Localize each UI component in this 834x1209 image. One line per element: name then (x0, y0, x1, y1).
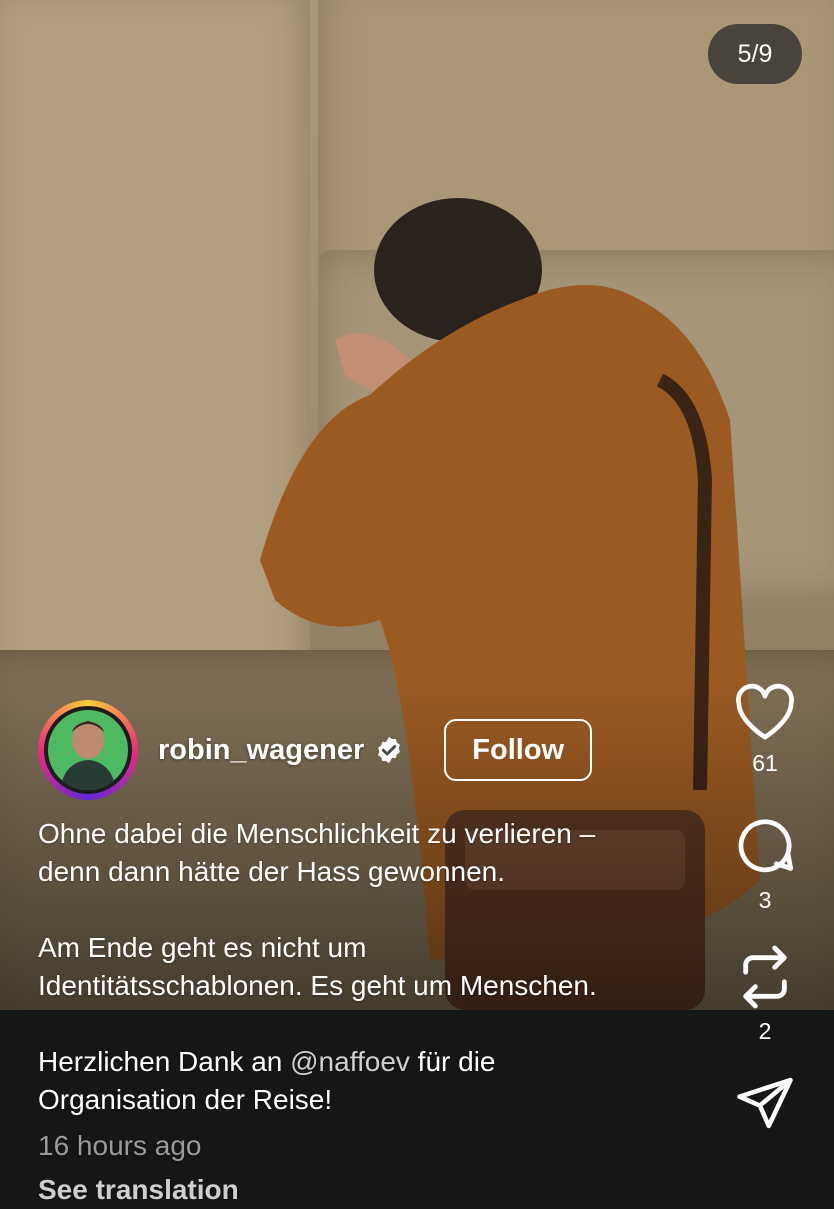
caption-line: Herzlichen Dank an @naffoev für die (38, 1043, 708, 1081)
avatar[interactable] (38, 700, 138, 800)
see-translation-link[interactable]: See translation (38, 1171, 708, 1209)
like-count: 61 (752, 750, 778, 776)
repost-action[interactable]: 2 (732, 944, 798, 1045)
caption-line: Ohne dabei die Menschlichkeit zu verlier… (38, 818, 596, 849)
caption-line: Identitätsschablonen. Es geht um Mensche… (38, 970, 597, 1001)
caption: Ohne dabei die Menschlichkeit zu verlier… (38, 815, 708, 1209)
comment-count: 3 (758, 887, 772, 913)
avatar-photo (44, 706, 132, 794)
action-bar: 61 3 2 (732, 680, 798, 1131)
comment-icon[interactable] (732, 815, 798, 879)
caption-text: Herzlichen Dank an (38, 1046, 291, 1077)
username[interactable]: robin_wagener (158, 734, 364, 767)
author-row: robin_wagener Follow (38, 700, 593, 800)
caption-line: Organisation der Reise! (38, 1084, 333, 1115)
caption-line: denn dann hätte der Hass gewonnen. (38, 856, 506, 887)
repost-icon[interactable] (736, 944, 794, 1010)
caption-text: für die (409, 1046, 496, 1077)
heart-icon[interactable] (732, 680, 798, 742)
verified-badge-icon (378, 736, 401, 764)
carousel-counter: 5/9 (708, 24, 802, 84)
like-action[interactable]: 61 (732, 680, 798, 777)
repost-count: 2 (758, 1018, 772, 1044)
post-timestamp: 16 hours ago (38, 1130, 202, 1161)
comment-action[interactable]: 3 (732, 815, 798, 914)
share-action[interactable] (732, 1075, 798, 1131)
follow-button[interactable]: Follow (444, 719, 593, 781)
send-icon[interactable] (734, 1075, 796, 1131)
caption-line: Am Ende geht es nicht um (38, 932, 367, 963)
mention-link[interactable]: @naffoev (290, 1046, 410, 1077)
